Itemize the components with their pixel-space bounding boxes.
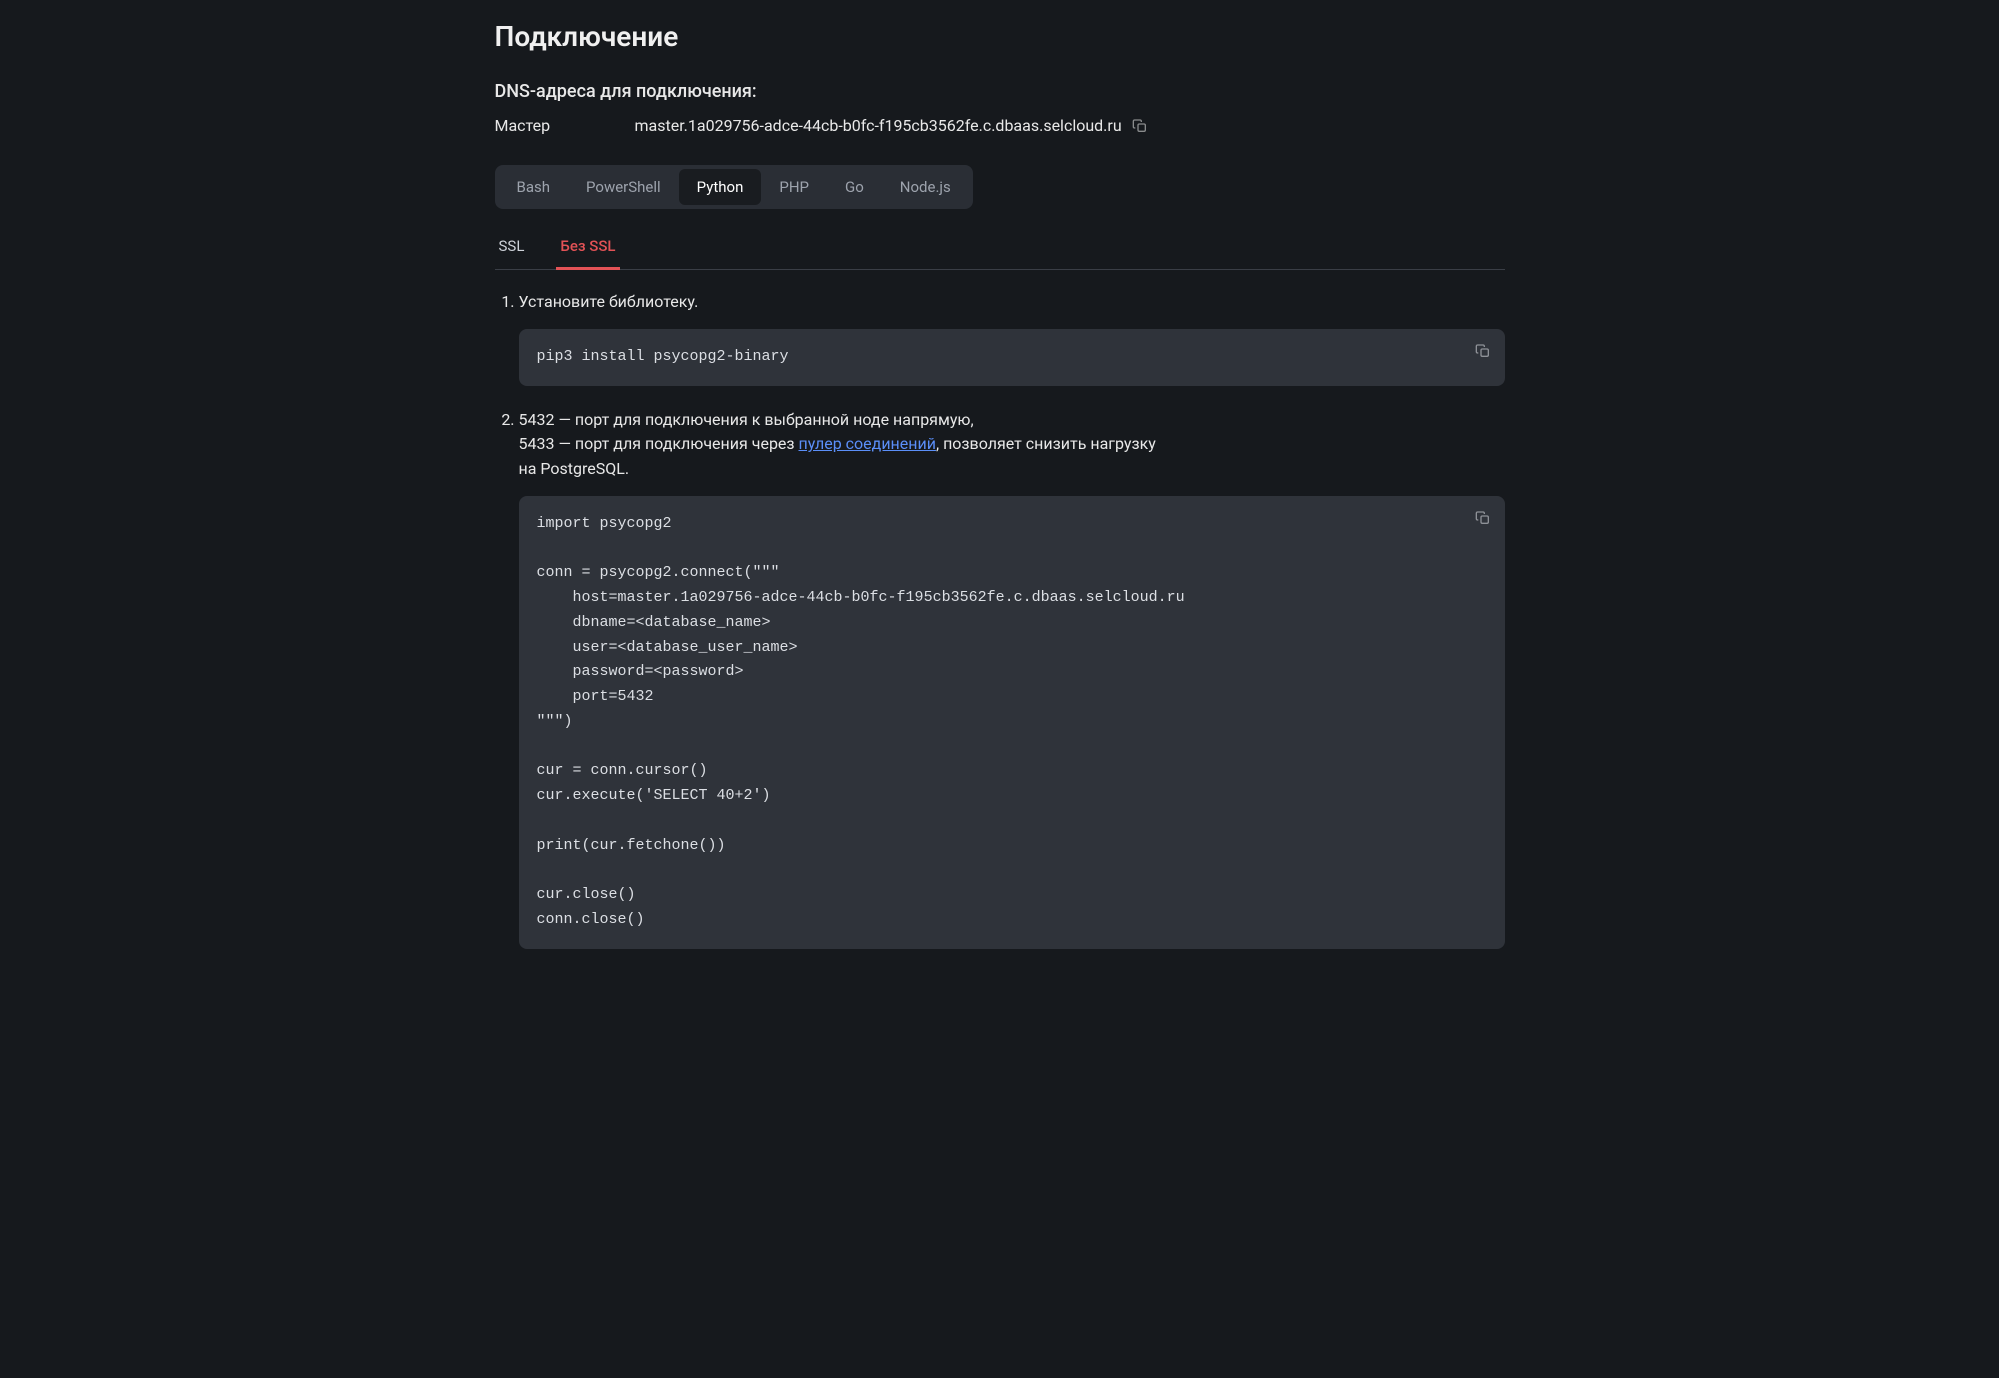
step-1: Установите библиотеку. pip3 install psyc… [519, 290, 1505, 386]
page-title: Подключение [495, 20, 1505, 53]
step-2-line1: 5432 — порт для подключения к выбранной … [519, 410, 974, 429]
step-2-line3: на PostgreSQL. [519, 459, 630, 478]
step-2-text: 5432 — порт для подключения к выбранной … [519, 408, 1505, 482]
steps-list: Установите библиотеку. pip3 install psyc… [495, 290, 1505, 949]
tab-go[interactable]: Go [827, 169, 882, 205]
tab-nodejs[interactable]: Node.js [882, 169, 969, 205]
tab-ssl[interactable]: SSL [495, 227, 529, 270]
pooler-link[interactable]: пулер соединений [799, 434, 936, 453]
tab-python[interactable]: Python [679, 169, 762, 205]
dns-master-label: Мастер [495, 116, 635, 135]
step-1-code: pip3 install psycopg2-binary [537, 348, 789, 365]
tab-powershell[interactable]: PowerShell [568, 169, 679, 205]
dns-master-row: Мастер master.1a029756-adce-44cb-b0fc-f1… [495, 116, 1505, 135]
copy-icon[interactable] [1132, 118, 1148, 134]
tab-php[interactable]: PHP [761, 169, 827, 205]
step-1-text: Установите библиотеку. [519, 290, 1505, 315]
step-2-code: import psycopg2 conn = psycopg2.connect(… [537, 515, 1185, 928]
step-1-codeblock: pip3 install psycopg2-binary [519, 329, 1505, 386]
language-tabs: Bash PowerShell Python PHP Go Node.js [495, 165, 973, 209]
copy-icon[interactable] [1475, 343, 1491, 359]
dns-master-value: master.1a029756-adce-44cb-b0fc-f195cb356… [635, 116, 1122, 135]
step-2: 5432 — порт для подключения к выбранной … [519, 408, 1505, 949]
tab-no-ssl[interactable]: Без SSL [556, 227, 619, 270]
step-2-line2-suffix: , позволяет снизить нагрузку [936, 434, 1156, 453]
dns-heading: DNS-адреса для подключения: [495, 81, 1505, 102]
ssl-tabs: SSL Без SSL [495, 227, 1505, 270]
tab-bash[interactable]: Bash [499, 169, 569, 205]
copy-icon[interactable] [1475, 510, 1491, 526]
step-2-line2-prefix: 5433 — порт для подключения через [519, 434, 799, 453]
step-2-codeblock: import psycopg2 conn = psycopg2.connect(… [519, 496, 1505, 949]
